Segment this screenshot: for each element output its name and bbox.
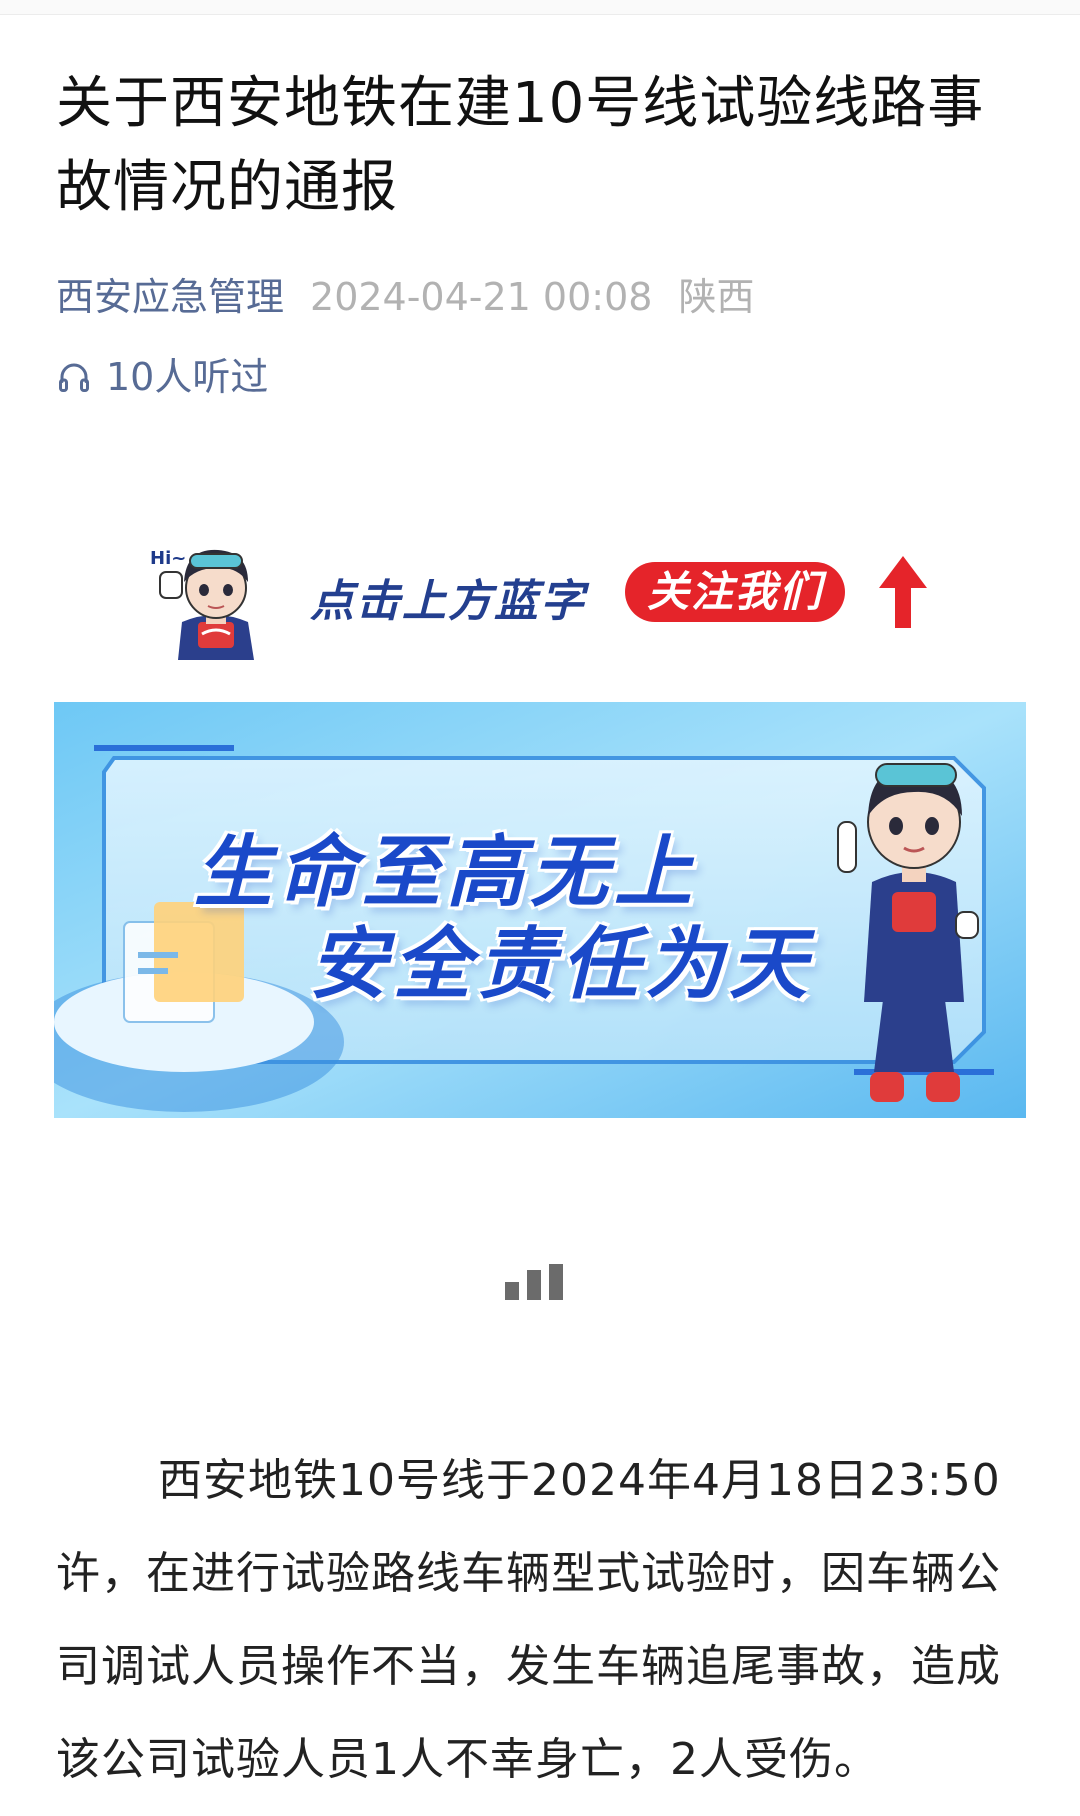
follow-prompt-text: 点击上方蓝字 xyxy=(310,576,586,627)
publish-date: 2024-04-21 00:08 xyxy=(310,275,653,319)
top-divider xyxy=(0,0,1080,15)
follow-us-button[interactable]: 关注我们 xyxy=(625,562,846,622)
article-meta: 西安应急管理 2024-04-21 00:08 陕西 xyxy=(56,272,754,322)
loading-bars-icon xyxy=(505,1264,563,1300)
hi-label: Hi~ xyxy=(150,548,187,569)
publish-region: 陕西 xyxy=(678,275,755,319)
safety-banner-image: 生命至高无上 安全责任为天 xyxy=(54,702,1026,1118)
article-body-paragraph: 西安地铁10号线于2024年4月18日23:50许，在进行试验路线车辆型式试验时… xyxy=(56,1455,1001,1785)
banner-slogan-line2: 安全责任为天 xyxy=(309,920,814,1010)
arrow-up-icon xyxy=(879,556,927,628)
account-name-link[interactable]: 西安应急管理 xyxy=(56,275,284,319)
listen-button[interactable]: 10人听过 xyxy=(56,352,268,402)
listen-count: 10人听过 xyxy=(106,355,269,399)
headphones-icon xyxy=(59,363,89,392)
follow-prompt-banner[interactable]: Hi~ 点击上方蓝字 关注我们 xyxy=(150,530,930,660)
article-title: 关于西安地铁在建10号线试验线路事故情况的通报 xyxy=(56,71,985,220)
